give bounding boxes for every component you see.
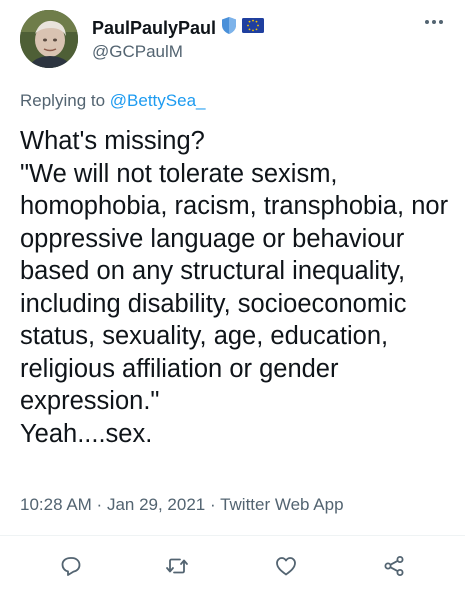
tweet-card: PaulPaulyPaul @GCPaulM Replying to @Bett… (0, 0, 465, 600)
tweet-meta: 10:28 AM · Jan 29, 2021 · Twitter Web Ap… (20, 495, 344, 515)
display-name-row: PaulPaulyPaul (92, 16, 265, 40)
tweet-date[interactable]: Jan 29, 2021 (107, 495, 205, 514)
meta-separator: · (205, 495, 221, 514)
tweet-time[interactable]: 10:28 AM (20, 495, 92, 514)
user-handle[interactable]: @GCPaulM (92, 42, 264, 62)
more-options-icon[interactable] (422, 14, 446, 30)
meta-separator: · (91, 495, 107, 514)
tweet-text: What's missing? "We will not tolerate se… (20, 127, 449, 448)
reply-icon[interactable] (57, 552, 85, 580)
retweet-icon[interactable] (163, 552, 191, 580)
user-names: PaulPaulyPaul @GCPaulM (92, 16, 265, 62)
replying-to: Replying to @BettySea_ (20, 91, 205, 111)
display-name[interactable]: PaulPaulyPaul (92, 18, 216, 39)
replying-to-prefix: Replying to (20, 91, 110, 110)
action-bar (0, 548, 465, 588)
divider (0, 535, 465, 536)
eu-flag-icon (242, 18, 265, 38)
like-icon[interactable] (272, 552, 300, 580)
share-icon[interactable] (380, 552, 408, 580)
reply-mention-link[interactable]: @BettySea_ (110, 91, 206, 110)
avatar[interactable] (20, 10, 78, 68)
tweet-header: PaulPaulyPaul @GCPaulM (20, 10, 450, 70)
tweet-source[interactable]: Twitter Web App (220, 495, 343, 514)
shield-icon (221, 16, 237, 40)
